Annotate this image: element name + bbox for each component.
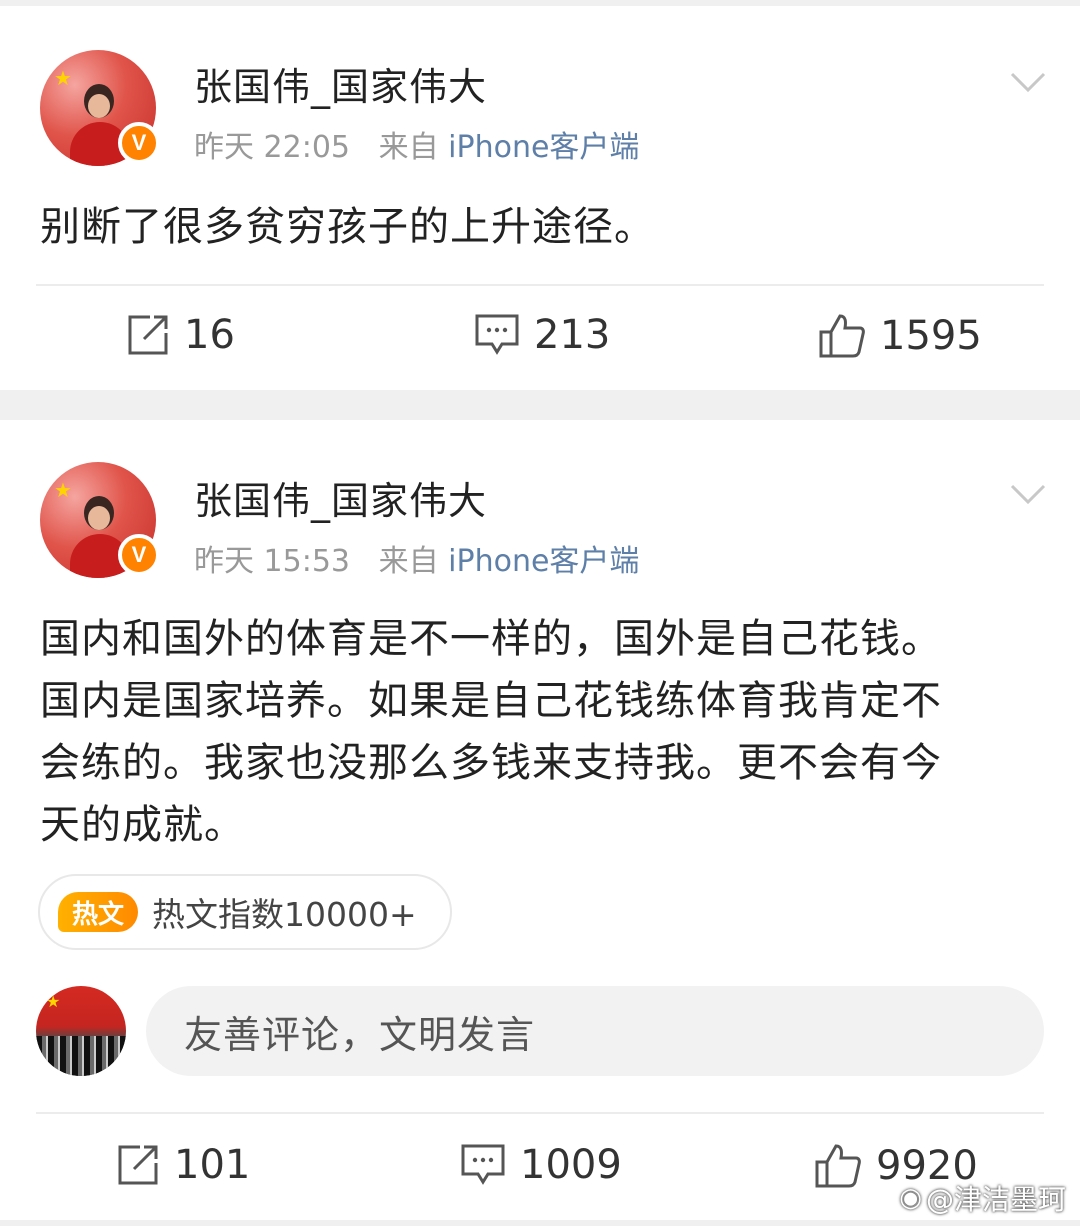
divider: [36, 284, 1044, 286]
like-count: 1595: [880, 313, 982, 359]
post-text: 国内和国外的体育是不一样的，国外是自己花钱。 国内是国家培养。如果是自己花钱练体…: [40, 608, 1050, 856]
username[interactable]: 张国伟_国家伟大: [194, 56, 487, 111]
post-card: ★ V 张国伟_国家伟大 昨天 22:05 来自 iPhone客户端 别断了很多…: [0, 6, 1080, 390]
avatar[interactable]: ★ V: [40, 50, 160, 166]
post-text-line: 会练的。我家也没那么多钱来支持我。更不会有今: [40, 740, 942, 786]
post-meta: 昨天 15:53 来自 iPhone客户端: [194, 536, 639, 580]
verified-badge: V: [118, 122, 160, 164]
source-prefix: 来自: [378, 544, 439, 579]
verified-badge: V: [118, 534, 160, 576]
comment-count: 213: [534, 312, 611, 358]
weibo-logo-icon: ◉: [899, 1183, 922, 1213]
comment-button[interactable]: 1009: [460, 1142, 622, 1188]
post-text-line: 国内是国家培养。如果是自己花钱练体育我肯定不: [40, 678, 942, 724]
watermark-text: @津洁墨珂: [925, 1183, 1066, 1216]
watermark: ◉ @津洁墨珂: [899, 1178, 1066, 1218]
repost-button[interactable]: 16: [126, 312, 235, 358]
like-button[interactable]: 1595: [818, 312, 982, 360]
chevron-down-icon[interactable]: [1008, 474, 1048, 514]
source-link[interactable]: iPhone客户端: [448, 130, 639, 165]
commenter-avatar: ★: [36, 986, 126, 1076]
repost-count: 101: [174, 1142, 251, 1188]
repost-icon: [118, 1145, 158, 1185]
post-text-line: 国内和国外的体育是不一样的，国外是自己花钱。: [40, 616, 942, 662]
divider: [36, 1112, 1044, 1114]
hot-index-text: 热文指数10000+: [152, 895, 417, 934]
comment-button[interactable]: 213: [474, 312, 610, 358]
repost-icon: [128, 315, 168, 355]
post-text-line: 天的成就。: [40, 802, 245, 848]
username[interactable]: 张国伟_国家伟大: [194, 470, 487, 525]
avatar[interactable]: ★ V: [40, 462, 160, 578]
comment-icon: [475, 314, 519, 355]
hot-index-chip[interactable]: 热文 热文指数10000+: [38, 874, 452, 950]
source-prefix: 来自: [378, 130, 439, 165]
repost-count: 16: [184, 312, 235, 358]
source-link[interactable]: iPhone客户端: [448, 544, 639, 579]
thumbs-up-icon: [815, 1144, 861, 1188]
post-meta: 昨天 22:05 来自 iPhone客户端: [194, 122, 639, 166]
thumbs-up-icon: [819, 314, 865, 358]
post-text: 别断了很多贫穷孩子的上升途径。: [40, 204, 655, 250]
comment-icon: [461, 1144, 505, 1185]
repost-button[interactable]: 101: [116, 1142, 250, 1188]
post-time: 昨天 15:53: [194, 544, 350, 579]
hot-badge: 热文: [58, 892, 138, 932]
chevron-down-icon[interactable]: [1008, 62, 1048, 102]
post-time: 昨天 22:05: [194, 130, 350, 165]
comment-count: 1009: [520, 1142, 622, 1188]
post-card: ★ V 张国伟_国家伟大 昨天 15:53 来自 iPhone客户端 国内和国外…: [0, 420, 1080, 1220]
comment-input[interactable]: 友善评论，文明发言: [146, 986, 1044, 1076]
